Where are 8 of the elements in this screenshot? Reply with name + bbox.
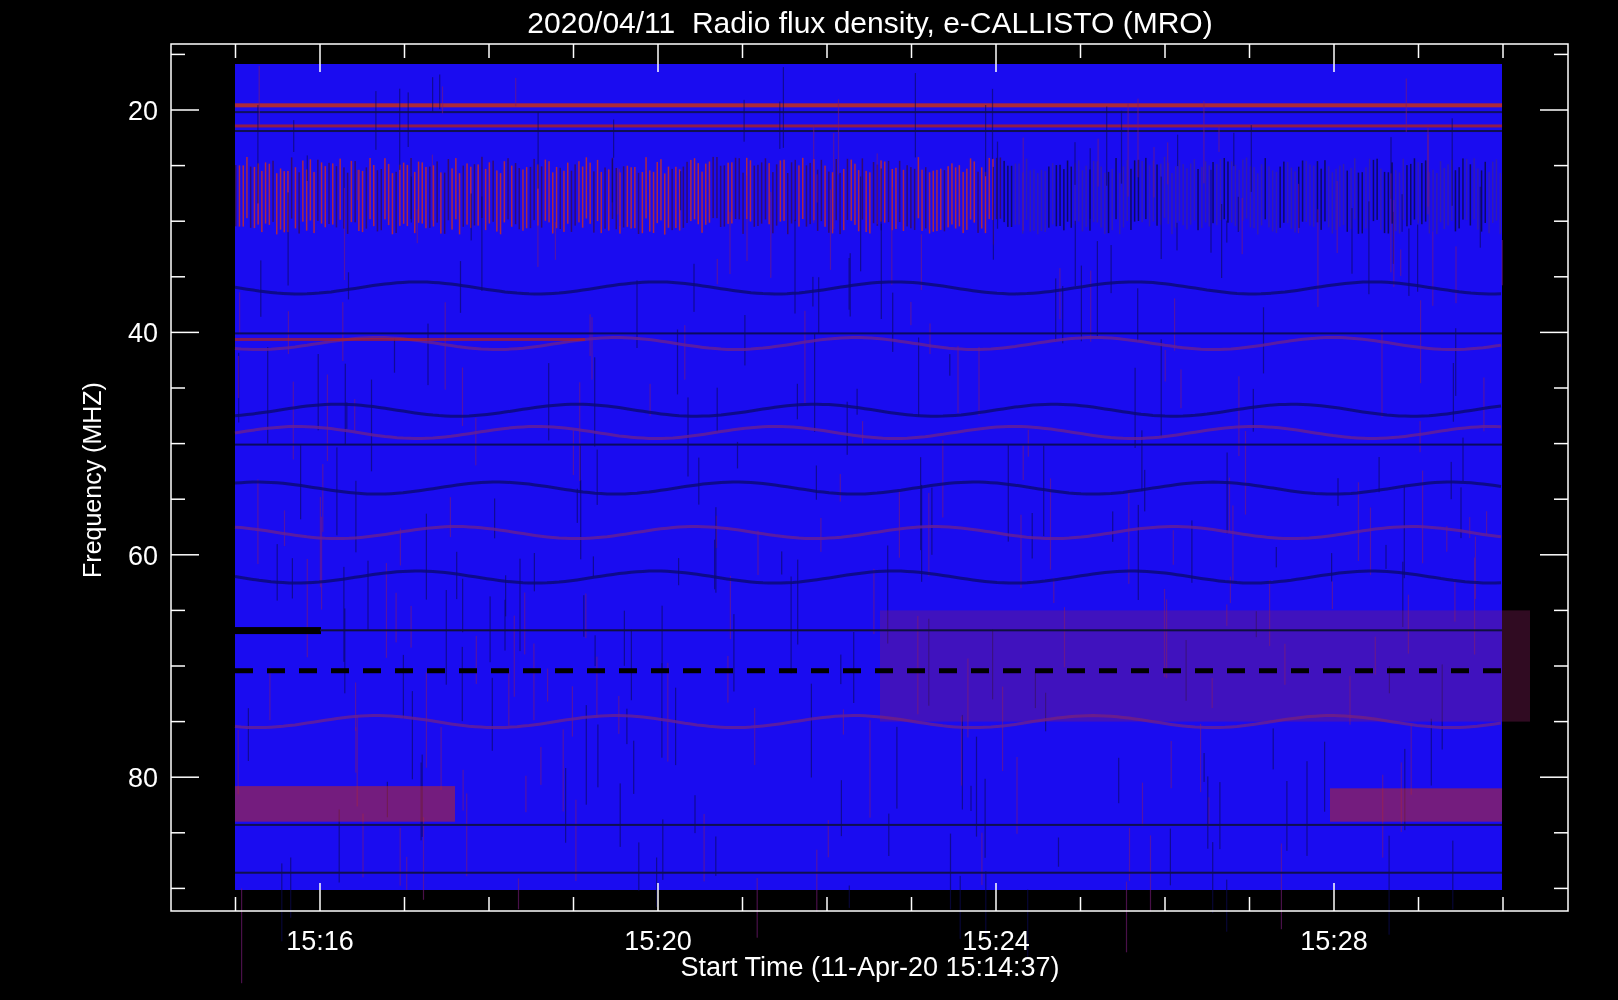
tick-label: 20 [127, 96, 158, 126]
axis-title: Frequency (MHZ) [78, 382, 106, 578]
tick-label: 15:16 [286, 926, 354, 956]
tick-label: 15:28 [1300, 926, 1368, 956]
chart-title: 2020/04/11 Radio flux density, e-CALLISTO (MRO) [527, 6, 1213, 39]
tick-label: 80 [127, 763, 158, 794]
tick-label: 40 [127, 318, 158, 349]
tick-label: 60 [127, 540, 158, 571]
